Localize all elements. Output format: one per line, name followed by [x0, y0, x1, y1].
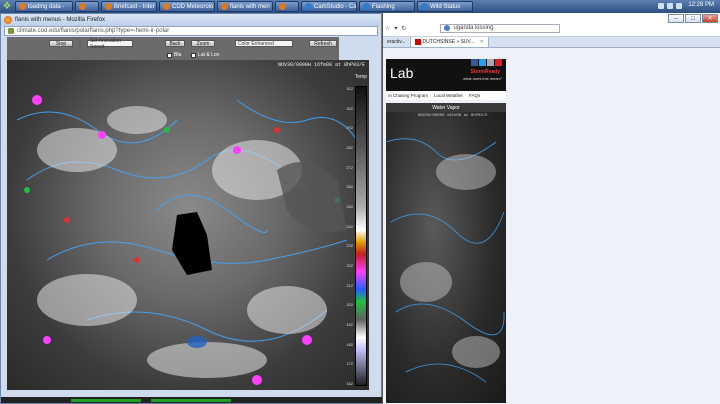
water-vapor-panel: Water Vapor NOV30/0900H 16fe08 at 8hP03/…: [386, 103, 506, 403]
camstudio-icon: [305, 3, 312, 10]
panel-title: Water Vapor: [386, 103, 506, 112]
web-page: Lab StormReady what does this mean? m Ch…: [383, 48, 720, 404]
site-icon: [8, 28, 14, 34]
scale-title: Temp: [354, 74, 367, 80]
refresh-button[interactable]: Refresh: [309, 40, 337, 47]
animation-progress-bar[interactable]: [1, 397, 383, 403]
stop-button[interactable]: Stop: [49, 40, 73, 47]
tab-dutchsinse[interactable]: DUTCHSINSE » SUV... ✕: [410, 37, 489, 47]
firefox-icon: [163, 3, 170, 10]
site-header: Lab StormReady what does this mean?: [386, 59, 506, 91]
star-icon[interactable]: ☆: [385, 25, 390, 32]
url-bar[interactable]: climate.cod.edu/flanis/polarflanis.php?t…: [4, 26, 378, 36]
water-vapor-image[interactable]: NOV30/0900H 16fe08 at 8hP03/E: [386, 112, 506, 403]
maximize-button[interactable]: □: [685, 14, 701, 23]
progress-segment: [71, 399, 141, 402]
tab-strip: eractiv... DUTCHSINSE » SUV... ✕: [383, 37, 720, 48]
window-title: flanis with menus - Mozilla Firefox: [15, 17, 106, 23]
firefox-icon: [19, 3, 26, 10]
firefox-icon: [105, 3, 112, 10]
taskbar-clock[interactable]: 12:28 PM: [688, 2, 714, 8]
folder-icon: [363, 3, 370, 10]
dropdown-icon[interactable]: ▾: [394, 25, 397, 32]
page-icon: [414, 39, 421, 45]
storm-ready-logo[interactable]: StormReady: [471, 69, 500, 75]
checkbox-lat-lon[interactable]: Lat & Lon: [191, 52, 219, 58]
water-vapor-clouds: [386, 138, 505, 383]
google-icon: [444, 25, 451, 31]
taskbar-item-5[interactable]: flanis with men: [217, 1, 273, 12]
taskbar: ❖ loading data - Briefcast - Inter CDD M…: [0, 0, 720, 13]
nav-faqs[interactable]: FAQs: [469, 93, 480, 98]
nav-local-weather[interactable]: Local Weather: [434, 93, 463, 98]
firefox-icon: [79, 3, 86, 10]
window-title-bar[interactable]: flanis with menus - Mozilla Firefox: [1, 14, 381, 26]
animation-speed-select[interactable]: Set Animation Speed: [87, 38, 133, 50]
taskbar-item-7[interactable]: CamStudio - Ca: [301, 1, 357, 12]
color-enhancement-select[interactable]: Color Enhanced: [235, 40, 293, 47]
checkbox-box[interactable]: [191, 52, 196, 58]
tab-close-icon[interactable]: ✕: [480, 39, 484, 45]
battery-icon[interactable]: [676, 3, 682, 9]
site-logo-text: Lab: [390, 65, 414, 81]
search-input[interactable]: uganda kissing: [440, 23, 561, 33]
progress-segment: [151, 399, 231, 402]
window-controls: – □ ✕: [668, 14, 718, 23]
url-text: climate.cod.edu/flanis/polarflanis.php?t…: [17, 28, 170, 34]
image-header: NOV30/0900H 16fe08 at 8hP03/E: [277, 62, 365, 68]
back-button[interactable]: Back: [165, 40, 185, 47]
firefox-icon: [4, 16, 12, 24]
share-icon[interactable]: [487, 59, 494, 66]
right-window-titlebar[interactable]: – □ ✕ ☆ ▾ ↻ uganda kissing: [383, 13, 720, 37]
close-button[interactable]: ✕: [702, 14, 718, 23]
twitter-icon[interactable]: [479, 59, 486, 66]
satellite-clouds: [16, 95, 358, 385]
temperature-colorbar: [355, 86, 367, 386]
taskbar-item-3[interactable]: Briefcast - Inter: [101, 1, 157, 12]
window-icon: [421, 3, 428, 10]
nav-chasing-program[interactable]: m Chasing Program: [388, 93, 428, 98]
taskbar-item-8[interactable]: Flashing: [359, 1, 415, 12]
zoom-button[interactable]: Zoom: [191, 40, 215, 47]
firefox-icon: [279, 3, 286, 10]
colorbar-labels: 312 302 292 282 272 262 252 242 232 222 …: [346, 86, 353, 386]
satellite-image[interactable]: NOV30/0900H 16fe08 at 8hP03/E Temp 312 3…: [7, 60, 369, 390]
taskbar-item-6[interactable]: [275, 1, 299, 12]
facebook-icon[interactable]: [471, 59, 478, 66]
taskbar-item-9[interactable]: Wild Status: [417, 1, 473, 12]
firefox-window-left: flanis with menus - Mozilla Firefox clim…: [0, 13, 383, 404]
taskbar-item-1[interactable]: loading data -: [15, 1, 73, 12]
nav-bar: ☆ ▾ ↻ uganda kissing: [385, 23, 718, 33]
start-button[interactable]: ❖: [0, 0, 14, 13]
checkbox-box[interactable]: [167, 52, 172, 58]
system-tray: [658, 3, 682, 9]
social-icons: [471, 59, 502, 66]
storm-ready-link[interactable]: what does this mean?: [463, 76, 502, 81]
taskbar-item-4[interactable]: CDD Meteorolo: [159, 1, 215, 12]
tab-interactive[interactable]: eractiv...: [383, 37, 411, 47]
reload-icon[interactable]: ↻: [401, 25, 406, 32]
map-toolbar: Stop Set Animation Speed Back Zoom Color…: [7, 37, 339, 60]
firefox-icon: [221, 3, 228, 10]
site-nav: m Chasing Program Local Weather FAQs: [386, 91, 506, 100]
firefox-window-right: – □ ✕ ☆ ▾ ↻ uganda kissing eractiv... DU…: [382, 13, 720, 404]
network-icon[interactable]: [658, 3, 664, 9]
taskbar-item-2[interactable]: [75, 1, 99, 12]
minimize-button[interactable]: –: [668, 14, 684, 23]
panel-image-header: NOV30/0900H 16fe08 at 8hP03/E: [418, 114, 488, 118]
checkbox-bla[interactable]: Bla: [167, 52, 181, 58]
youtube-icon[interactable]: [495, 59, 502, 66]
volume-icon[interactable]: [667, 3, 673, 9]
